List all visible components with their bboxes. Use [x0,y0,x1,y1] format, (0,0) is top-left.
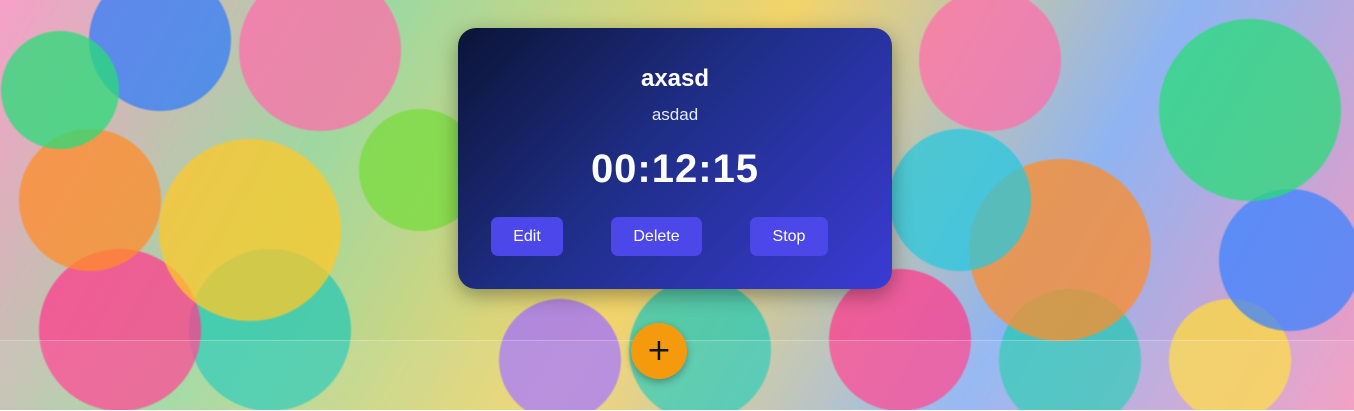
timer-description: asdad [651,105,699,124]
delete-button[interactable]: Delete [611,217,702,256]
edit-button[interactable]: Edit [491,217,563,256]
elapsed-time: 00:12:15 [590,147,760,191]
add-timer-button[interactable]: + [631,323,687,379]
plus-icon: + [646,333,672,368]
stop-button[interactable]: Stop [750,217,828,256]
timer-card: axasd asdad 00:12:15 Edit Delete Stop [458,28,892,289]
timer-title: axasd [640,65,710,92]
